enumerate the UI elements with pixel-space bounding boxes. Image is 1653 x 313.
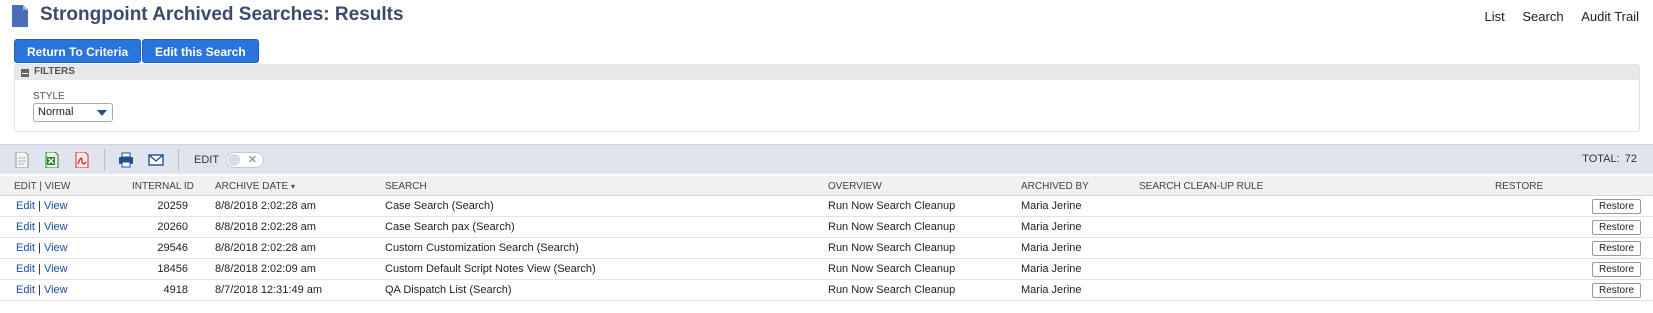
overview-cell: Run Now Search Cleanup: [828, 263, 956, 275]
view-link[interactable]: View: [44, 242, 68, 254]
archived-by-cell: Maria Jerine: [1021, 284, 1082, 296]
total-label: TOTAL:: [1582, 153, 1620, 165]
link-separator: |: [38, 263, 41, 275]
edit-view-cell: Edit | View: [16, 263, 68, 275]
edit-link[interactable]: Edit: [16, 221, 35, 233]
edit-mode-toggle[interactable]: ✕: [226, 152, 264, 168]
archive-date-cell: 8/8/2018 2:02:28 am: [215, 242, 316, 254]
col-overview[interactable]: OVERVIEW: [828, 181, 882, 192]
col-archive-date[interactable]: ARCHIVE DATE ▾: [215, 181, 295, 192]
internal-id-cell: 20259: [157, 200, 188, 212]
archive-date-cell: 8/8/2018 2:02:09 am: [215, 263, 316, 275]
overview-cell: Run Now Search Cleanup: [828, 284, 956, 296]
edit-link[interactable]: Edit: [16, 200, 35, 212]
col-cleanup-rule[interactable]: SEARCH CLEAN-UP RULE: [1139, 181, 1263, 192]
link-separator: |: [38, 221, 41, 233]
export-csv-icon[interactable]: [14, 152, 30, 168]
audit-trail-link[interactable]: Audit Trail: [1581, 9, 1639, 24]
archived-by-cell: Maria Jerine: [1021, 263, 1082, 275]
sort-desc-icon: ▾: [290, 182, 295, 191]
filters-label: FILTERS: [34, 66, 75, 77]
col-internal-id[interactable]: INTERNAL ID: [132, 181, 194, 192]
edit-link[interactable]: Edit: [16, 263, 35, 275]
table-row: Edit | View 20259 8/8/2018 2:02:28 am Case …: [0, 196, 1653, 217]
col-restore: RESTORE: [1495, 181, 1544, 192]
list-link[interactable]: List: [1485, 9, 1505, 24]
top-links: List Search Audit Trail: [1471, 9, 1640, 24]
search-cell: QA Dispatch List (Search): [385, 284, 512, 296]
filters-header[interactable]: FILTERS: [15, 65, 1639, 80]
document-icon: [12, 5, 28, 27]
view-link[interactable]: View: [44, 284, 68, 296]
link-separator: |: [38, 284, 41, 296]
archive-date-cell: 8/8/2018 2:02:28 am: [215, 221, 316, 233]
link-separator: |: [38, 200, 41, 212]
overview-cell: Run Now Search Cleanup: [828, 242, 956, 254]
edit-mode-label: EDIT: [194, 154, 220, 166]
toolbar-separator: [178, 149, 179, 171]
total-count: TOTAL: 72: [1580, 153, 1637, 165]
email-icon[interactable]: [148, 152, 164, 168]
archive-date-cell: 8/7/2018 12:31:49 am: [215, 284, 323, 296]
archived-by-cell: Maria Jerine: [1021, 221, 1082, 233]
overview-cell: Run Now Search Cleanup: [828, 200, 956, 212]
col-edit-view: EDIT | VIEW: [14, 181, 71, 192]
edit-view-cell: Edit | View: [16, 284, 68, 296]
table-header: EDIT | VIEW INTERNAL ID ARCHIVE DATE ▾ S…: [0, 176, 1653, 196]
edit-link[interactable]: Edit: [16, 242, 35, 254]
edit-this-search-button[interactable]: Edit this Search: [142, 39, 259, 63]
collapse-icon[interactable]: [21, 69, 29, 77]
restore-button[interactable]: Restore: [1591, 241, 1641, 256]
export-excel-icon[interactable]: [44, 152, 60, 168]
table-row: Edit | View 20260 8/8/2018 2:02:28 am Case …: [0, 217, 1653, 238]
page-title: Strongpoint Archived Searches: Results: [40, 4, 404, 25]
archived-by-cell: Maria Jerine: [1021, 242, 1082, 254]
page-header: Strongpoint Archived Searches: Results L…: [0, 0, 1653, 34]
export-pdf-icon[interactable]: [74, 152, 90, 168]
internal-id-cell: 4918: [163, 284, 188, 296]
style-label: STYLE: [33, 91, 65, 102]
total-value: 72: [1624, 153, 1637, 165]
search-link[interactable]: Search: [1522, 9, 1563, 24]
search-cell: Custom Default Script Notes View (Search…: [385, 263, 596, 275]
style-select[interactable]: Normal: [33, 103, 113, 122]
dropdown-chevron-icon: [97, 110, 107, 116]
view-link[interactable]: View: [44, 221, 68, 233]
restore-button[interactable]: Restore: [1591, 262, 1641, 277]
search-cell: Custom Customization Search (Search): [385, 242, 579, 254]
internal-id-cell: 29546: [157, 242, 188, 254]
view-link[interactable]: View: [44, 200, 68, 212]
print-icon[interactable]: [118, 152, 134, 168]
toggle-off-icon: ✕: [247, 154, 257, 166]
overview-cell: Run Now Search Cleanup: [828, 221, 956, 233]
edit-view-cell: Edit | View: [16, 221, 68, 233]
col-search[interactable]: SEARCH: [385, 181, 427, 192]
search-cell: Case Search (Search): [385, 200, 494, 212]
edit-view-cell: Edit | View: [16, 242, 68, 254]
table-row: Edit | View 18456 8/8/2018 2:02:09 am Custo…: [0, 259, 1653, 280]
edit-view-cell: Edit | View: [16, 200, 68, 212]
search-cell: Case Search pax (Search): [385, 221, 515, 233]
restore-button[interactable]: Restore: [1591, 283, 1641, 298]
col-archived-by[interactable]: ARCHIVED BY: [1021, 181, 1089, 192]
internal-id-cell: 18456: [157, 263, 188, 275]
archive-date-cell: 8/8/2018 2:02:28 am: [215, 200, 316, 212]
filters-panel: FILTERS STYLE Normal: [14, 64, 1640, 132]
link-separator: |: [38, 242, 41, 254]
col-archive-date-label: ARCHIVE DATE: [215, 181, 289, 192]
view-link[interactable]: View: [44, 263, 68, 275]
table-row: Edit | View 29546 8/8/2018 2:02:28 am Custo…: [0, 238, 1653, 259]
archived-by-cell: Maria Jerine: [1021, 200, 1082, 212]
toolbar-separator: [104, 149, 105, 171]
restore-button[interactable]: Restore: [1591, 220, 1641, 235]
internal-id-cell: 20260: [157, 221, 188, 233]
edit-link[interactable]: Edit: [16, 284, 35, 296]
toggle-knob: [228, 154, 240, 166]
restore-button[interactable]: Restore: [1591, 199, 1641, 214]
return-to-criteria-button[interactable]: Return To Criteria: [14, 39, 142, 63]
style-select-value: Normal: [38, 106, 74, 118]
table-row: Edit | View 4918 8/7/2018 12:31:49 am QA Di…: [0, 280, 1653, 301]
results-toolbar: EDIT ✕ TOTAL: 72: [0, 144, 1653, 174]
